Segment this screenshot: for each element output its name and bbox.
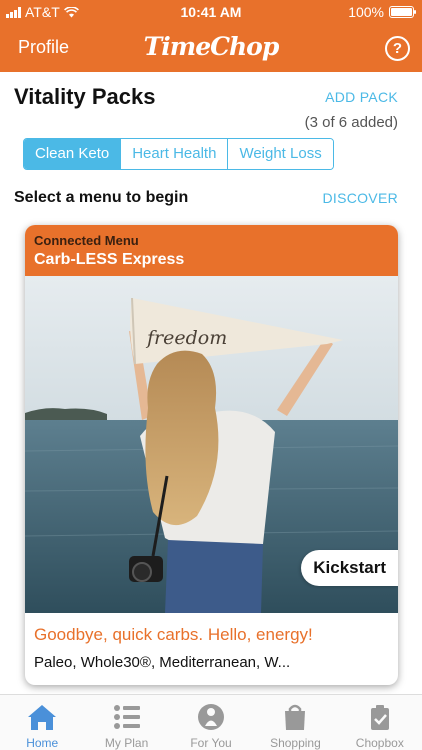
menu-card-header: Connected Menu Carb-LESS Express <box>25 225 398 276</box>
page-title: Vitality Packs <box>14 84 156 109</box>
menu-card-title: Carb-LESS Express <box>34 251 185 268</box>
tab-clean-keto[interactable]: Clean Keto <box>24 139 121 169</box>
home-icon <box>28 705 57 730</box>
packs-added-count: (3 of 6 added) <box>304 114 398 131</box>
tabbar-item-home[interactable]: Home <box>0 695 84 750</box>
select-menu-prompt: Select a menu to begin <box>14 189 189 206</box>
battery-fill <box>391 8 412 16</box>
pack-tabs: Clean Keto Heart Health Weight Loss <box>23 138 334 170</box>
app-logo: TimeChop <box>143 32 280 61</box>
tabbar-item-shopping[interactable]: Shopping <box>253 695 337 750</box>
chopbox-icon <box>370 705 389 730</box>
menu-card-tagline: Goodbye, quick carbs. Hello, energy! <box>34 625 313 644</box>
kickstart-badge: Kickstart <box>301 550 398 586</box>
tabbar-label-my-plan: My Plan <box>104 736 149 750</box>
flag-text: freedom <box>145 327 227 349</box>
tabbar-label-chopbox: Chopbox <box>355 736 404 750</box>
person-icon <box>198 704 225 730</box>
tab-weight-loss[interactable]: Weight Loss <box>227 139 333 169</box>
battery-percent: 100% <box>348 4 384 20</box>
list-icon <box>113 705 140 729</box>
menu-card[interactable]: Connected Menu Carb-LESS Express freedom… <box>25 225 398 685</box>
question-circle-icon[interactable]: ? <box>385 36 410 61</box>
tabbar-label-home: Home <box>26 736 59 750</box>
menu-card-subtitle: Connected Menu <box>34 233 139 248</box>
shopping-bag-icon <box>285 704 306 730</box>
tab-heart-health[interactable]: Heart Health <box>120 139 228 169</box>
status-right: 100% <box>348 4 416 20</box>
tabbar-label-for-you: For You <box>190 736 232 750</box>
tabbar-item-for-you[interactable]: For You <box>169 695 253 750</box>
menu-card-diets: Paleo, Whole30®, Mediterranean, W... <box>34 654 291 671</box>
add-pack-button[interactable]: ADD PACK <box>325 89 398 105</box>
status-bar: AT&T 10:41 AM 100% <box>0 0 422 24</box>
tabbar-item-chopbox[interactable]: Chopbox <box>338 695 422 750</box>
discover-button[interactable]: DISCOVER <box>322 190 398 206</box>
app-header: AT&T 10:41 AM 100% Profile TimeChop ? <box>0 0 422 72</box>
tabbar-label-shopping: Shopping <box>270 736 321 750</box>
bottom-tab-bar: Home My Plan For You Shopping Chopbox <box>0 694 422 750</box>
battery-icon <box>389 6 416 18</box>
tabbar-item-my-plan[interactable]: My Plan <box>84 695 168 750</box>
